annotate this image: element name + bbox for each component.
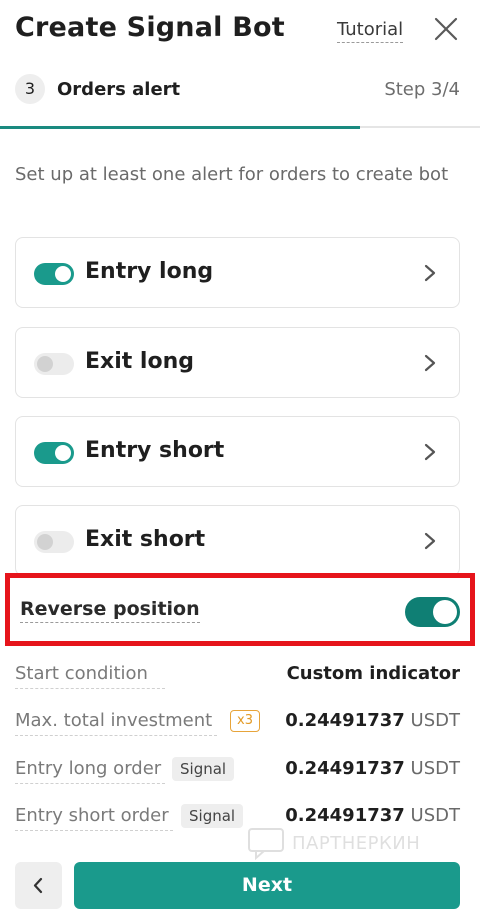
entry-long-order-value: 0.24491737 USDT: [285, 758, 460, 779]
entry-long-toggle[interactable]: [34, 263, 74, 285]
start-condition-label: Start condition: [15, 663, 148, 684]
label-underline: [15, 735, 217, 736]
alert-card-label: Entry short: [85, 438, 225, 463]
toggle-knob: [55, 266, 71, 282]
entry-long-order-label: Entry long order: [15, 758, 162, 779]
step-count: Step 3/4: [384, 79, 460, 100]
label-underline: [15, 688, 165, 689]
exit-long-toggle[interactable]: [34, 353, 74, 375]
step-label: Orders alert: [57, 79, 181, 100]
toggle-knob: [433, 600, 457, 624]
label-underline: [15, 783, 165, 784]
toggle-knob: [37, 534, 53, 550]
close-icon[interactable]: [432, 15, 460, 43]
page-title: Create Signal Bot: [15, 12, 285, 43]
chevron-right-icon: [423, 442, 437, 462]
exit-short-toggle[interactable]: [34, 531, 74, 553]
start-condition-value: Custom indicator: [286, 663, 460, 684]
intro-text: Set up at least one alert for orders to …: [15, 164, 449, 185]
chevron-left-icon: [33, 877, 43, 894]
multiplier-badge: x3: [230, 710, 260, 732]
alert-card-entry-short[interactable]: Entry short: [15, 416, 460, 487]
chevron-right-icon: [423, 531, 437, 551]
signal-badge: Signal: [172, 757, 235, 781]
progress-fill: [0, 126, 360, 129]
tutorial-link[interactable]: Tutorial: [337, 19, 404, 43]
reverse-position-toggle[interactable]: [405, 597, 460, 627]
alert-card-label: Exit long: [85, 349, 195, 374]
alert-card-entry-long[interactable]: Entry long: [15, 237, 460, 308]
start-condition-row: Start condition Custom indicator: [15, 660, 460, 690]
entry-short-toggle[interactable]: [34, 442, 74, 464]
chevron-right-icon: [423, 263, 437, 283]
toggle-knob: [37, 356, 53, 372]
watermark-text: ПАРТНЕРКИН: [292, 833, 421, 854]
entry-short-order-label: Entry short order: [15, 805, 169, 826]
chevron-right-icon: [423, 353, 437, 373]
step-indicator: 3 Orders alert Step 3/4: [0, 70, 480, 130]
label-underline: [15, 830, 173, 831]
signal-badge: Signal: [181, 804, 244, 828]
entry-short-order-value: 0.24491737 USDT: [285, 805, 460, 826]
next-button[interactable]: Next: [74, 862, 460, 909]
max-investment-value: 0.24491737 USDT: [285, 710, 460, 731]
max-investment-label: Max. total investment: [15, 710, 213, 731]
watermark-logo-icon: [248, 828, 284, 861]
alert-card-exit-short[interactable]: Exit short: [15, 505, 460, 576]
step-number-badge: 3: [15, 74, 45, 104]
entry-long-order-row: Entry long order Signal 0.24491737 USDT: [15, 755, 460, 785]
watermark: ПАРТНЕРКИН: [246, 826, 436, 861]
max-investment-row: Max. total investment x3 0.24491737 USDT: [15, 707, 460, 737]
reverse-position-row: Reverse position: [5, 573, 475, 646]
alert-card-exit-long[interactable]: Exit long: [15, 327, 460, 398]
alert-card-label: Exit short: [85, 527, 206, 552]
header: Create Signal Bot Tutorial: [0, 0, 480, 60]
toggle-knob: [55, 445, 71, 461]
alert-card-label: Entry long: [85, 259, 214, 284]
back-button[interactable]: [15, 862, 62, 909]
reverse-position-label[interactable]: Reverse position: [20, 598, 200, 623]
